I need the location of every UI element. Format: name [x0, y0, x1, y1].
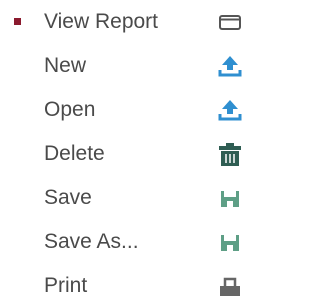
selected-marker-icon: [14, 18, 21, 25]
trash-icon: [217, 141, 243, 167]
menu-item-label: View Report: [44, 10, 159, 33]
menu-item-print[interactable]: Print: [0, 264, 246, 308]
file-menu: View Report New Open Delete Save Save As…: [0, 0, 246, 298]
menu-item-open[interactable]: Open: [0, 88, 246, 132]
floppy-icon: [217, 229, 243, 255]
menu-item-label: Print: [44, 274, 88, 297]
menu-item-save-as[interactable]: Save As...: [0, 220, 246, 264]
menu-item-delete[interactable]: Delete: [0, 132, 246, 176]
menu-item-label: Open: [44, 98, 96, 121]
upload-icon: [217, 53, 243, 79]
menu-item-save[interactable]: Save: [0, 176, 246, 220]
menu-item-label: Save: [44, 186, 92, 209]
menu-item-label: Save As...: [44, 230, 139, 253]
window-icon: [217, 9, 243, 35]
menu-item-label: Delete: [44, 142, 105, 165]
printer-icon: [217, 273, 243, 299]
upload-icon: [217, 97, 243, 123]
menu-item-new[interactable]: New: [0, 44, 246, 88]
menu-item-view-report[interactable]: View Report: [0, 0, 246, 44]
menu-item-label: New: [44, 54, 87, 77]
floppy-icon: [217, 185, 243, 211]
